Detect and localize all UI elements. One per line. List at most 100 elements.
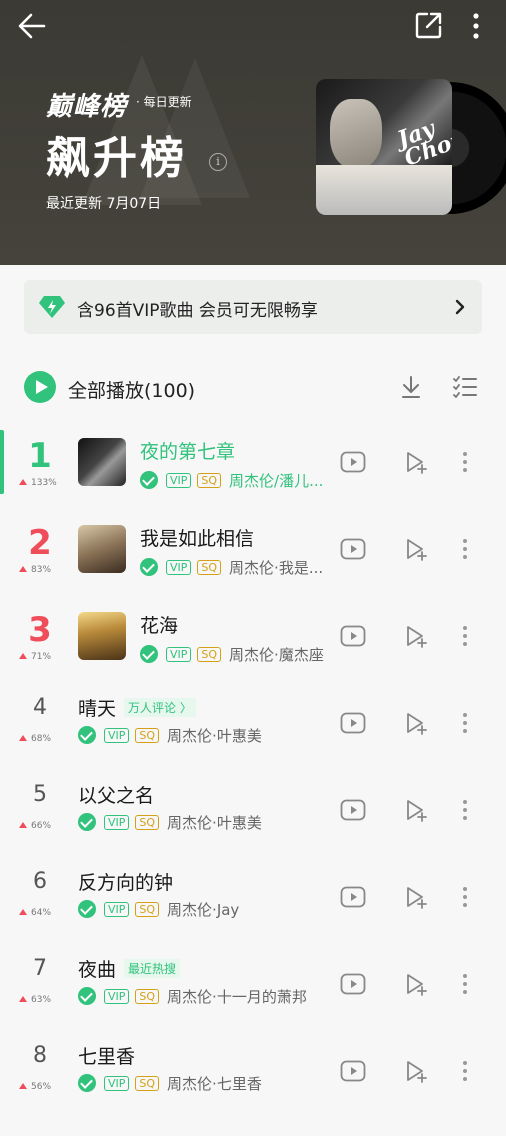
artist-name: 周杰伦·叶惠美: [167, 813, 262, 832]
more-vertical-icon[interactable]: [460, 711, 470, 735]
check-circle-icon: [140, 645, 158, 663]
song-row-1[interactable]: 1 133% 夜的第七章 VIP SQ 周杰伦/潘儿...: [0, 430, 506, 517]
trend-indicator: 64%: [19, 908, 51, 918]
song-row-2[interactable]: 2 83% 我是如此相信 VIP SQ 周杰伦·我是...: [0, 517, 506, 604]
more-vertical-icon[interactable]: [460, 798, 470, 822]
song-title: 花海: [140, 615, 179, 637]
sq-badge: SQ: [197, 472, 222, 488]
rank-number: 3: [28, 610, 52, 650]
song-row-8[interactable]: 8 56% 七里香 VIP SQ 周杰伦·七里香: [0, 1039, 506, 1126]
mv-play-icon[interactable]: [340, 536, 366, 562]
cover-artist-text: Jay Chou: [394, 115, 452, 172]
trend-up-icon: [19, 822, 27, 828]
artist-name: 周杰伦·我是...: [229, 558, 324, 577]
artist-name: 周杰伦·七里香: [167, 1074, 262, 1093]
more-vertical-icon[interactable]: [466, 10, 486, 42]
vip-badge: VIP: [166, 559, 192, 575]
mv-play-icon[interactable]: [340, 1058, 366, 1084]
song-title: 夜曲 最近热搜: [78, 955, 181, 982]
more-vertical-icon[interactable]: [460, 1059, 470, 1083]
song-row-5[interactable]: 5 66% 以父之名 VIP SQ 周杰伦·叶惠美: [0, 778, 506, 865]
more-vertical-icon[interactable]: [460, 537, 470, 561]
trend-up-icon: [19, 996, 27, 1002]
add-to-playlist-icon[interactable]: [404, 624, 428, 648]
mv-play-icon[interactable]: [340, 971, 366, 997]
sq-badge: SQ: [135, 988, 160, 1004]
chart-brand: 巅峰榜: [46, 92, 128, 122]
album-thumbnail: [78, 438, 126, 486]
check-circle-icon: [140, 558, 158, 576]
download-icon[interactable]: [398, 374, 424, 400]
song-meta: VIP SQ 周杰伦·叶惠美: [78, 812, 340, 832]
trend-up-icon: [19, 566, 27, 572]
trend-indicator: 56%: [19, 1082, 51, 1092]
more-vertical-icon[interactable]: [460, 885, 470, 909]
trend-indicator: 71%: [19, 652, 51, 662]
vip-badge: VIP: [166, 472, 192, 488]
song-title: 夜的第七章: [140, 441, 236, 463]
check-circle-icon: [78, 987, 96, 1005]
trend-up-icon: [19, 479, 27, 485]
trend-indicator: 68%: [19, 734, 51, 744]
chart-cover-image[interactable]: Jay Chou: [316, 79, 452, 215]
multi-select-icon[interactable]: [452, 375, 478, 399]
check-circle-icon: [78, 813, 96, 831]
trend-indicator: 133%: [19, 478, 57, 488]
mv-play-icon[interactable]: [340, 884, 366, 910]
last-updated: 最近更新 7月07日: [46, 196, 162, 212]
more-vertical-icon[interactable]: [460, 972, 470, 996]
more-vertical-icon[interactable]: [460, 624, 470, 648]
album-thumbnail: [78, 612, 126, 660]
mv-play-icon[interactable]: [340, 710, 366, 736]
more-vertical-icon[interactable]: [460, 450, 470, 474]
add-to-playlist-icon[interactable]: [404, 972, 428, 996]
song-row-4[interactable]: 4 68% 晴天 万人评论 〉 VIP SQ 周杰伦·叶惠美: [0, 691, 506, 778]
trend-up-icon: [19, 1083, 27, 1089]
add-to-playlist-icon[interactable]: [404, 537, 428, 561]
share-icon[interactable]: [414, 10, 444, 40]
song-meta: VIP SQ 周杰伦·叶惠美: [78, 725, 340, 745]
vip-badge: VIP: [104, 988, 130, 1004]
mv-play-icon[interactable]: [340, 623, 366, 649]
song-title: 晴天 万人评论 〉: [78, 694, 196, 721]
rank-number: 5: [33, 782, 47, 807]
play-all-icon[interactable]: [24, 371, 56, 403]
chart-header: 巅峰榜 · 每日更新 飙升榜 i 最近更新 7月07日 Jay Chou: [0, 0, 506, 265]
trend-indicator: 63%: [19, 995, 51, 1005]
add-to-playlist-icon[interactable]: [404, 711, 428, 735]
vip-badge: VIP: [104, 901, 130, 917]
trend-indicator: 66%: [19, 821, 51, 831]
sq-badge: SQ: [135, 814, 160, 830]
vip-badge: VIP: [104, 814, 130, 830]
rank-number: 8: [33, 1043, 47, 1068]
back-arrow-icon[interactable]: [16, 10, 48, 42]
add-to-playlist-icon[interactable]: [404, 885, 428, 909]
check-circle-icon: [78, 1074, 96, 1092]
song-row-6[interactable]: 6 64% 反方向的钟 VIP SQ 周杰伦·Jay: [0, 865, 506, 952]
song-row-7[interactable]: 7 63% 夜曲 最近热搜 VIP SQ 周杰伦·十一月的萧邦: [0, 952, 506, 1039]
song-meta: VIP SQ 周杰伦·Jay: [78, 899, 340, 919]
play-all-button[interactable]: 全部播放(100): [68, 376, 195, 403]
trend-up-icon: [19, 735, 27, 741]
sq-badge: SQ: [135, 727, 160, 743]
song-title: 我是如此相信: [140, 528, 255, 550]
trend-up-icon: [19, 909, 27, 915]
artist-name: 周杰伦·十一月的萧邦: [167, 987, 307, 1006]
song-meta: VIP SQ 周杰伦/潘儿...: [140, 470, 340, 490]
vip-banner[interactable]: 含96首VIP歌曲 会员可无限畅享: [24, 280, 482, 334]
check-circle-icon: [78, 726, 96, 744]
song-title: 七里香: [78, 1046, 136, 1068]
song-title: 反方向的钟: [78, 872, 174, 894]
trending-search-tag[interactable]: 最近热搜: [124, 959, 181, 978]
add-to-playlist-icon[interactable]: [404, 1059, 428, 1083]
info-icon[interactable]: i: [209, 153, 227, 171]
mv-play-icon[interactable]: [340, 797, 366, 823]
add-to-playlist-icon[interactable]: [404, 798, 428, 822]
mv-play-icon[interactable]: [340, 449, 366, 475]
add-to-playlist-icon[interactable]: [404, 450, 428, 474]
page-title: 飙升榜: [46, 133, 187, 184]
hot-comments-tag[interactable]: 万人评论 〉: [124, 698, 196, 717]
song-meta: VIP SQ 周杰伦·十一月的萧邦: [78, 986, 340, 1006]
diamond-icon: [39, 296, 65, 318]
song-row-3[interactable]: 3 71% 花海 VIP SQ 周杰伦·魔杰座: [0, 604, 506, 691]
